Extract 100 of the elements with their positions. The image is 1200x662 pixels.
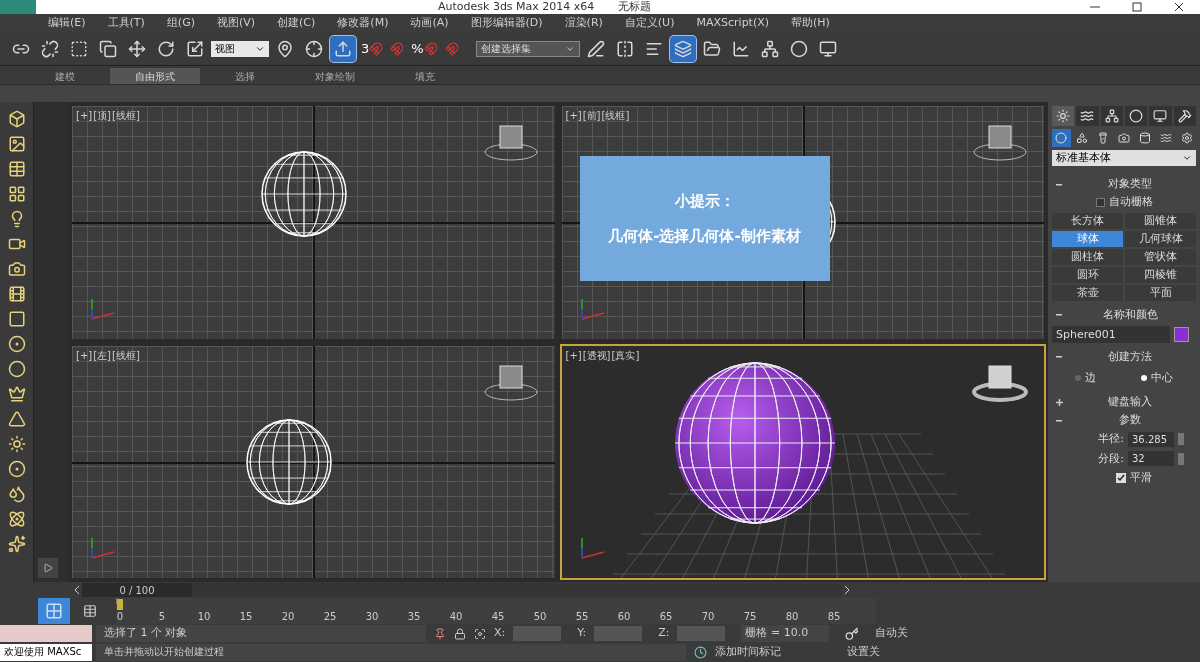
lock-icon[interactable] xyxy=(454,627,466,640)
radio-option[interactable]: 中心 xyxy=(1141,369,1174,386)
viewport[interactable]: [+][左][线框] xyxy=(70,343,557,580)
viewport-view-label[interactable]: [前] xyxy=(582,108,601,123)
menu-item[interactable]: MAXScript(X) xyxy=(696,14,770,32)
smooth-checkbox[interactable]: 平滑 xyxy=(1052,470,1196,487)
square-icon[interactable] xyxy=(7,310,26,328)
box-icon[interactable] xyxy=(7,110,26,128)
maximize-icon[interactable] xyxy=(1132,2,1142,12)
viewport-menu[interactable]: [+] xyxy=(76,108,93,123)
script-listener-field[interactable] xyxy=(0,625,92,642)
viewport-view-label[interactable]: [透视] xyxy=(582,347,611,363)
viewport[interactable]: [+][顶][线框] xyxy=(70,104,557,341)
image-icon[interactable] xyxy=(7,135,26,153)
sun-icon[interactable] xyxy=(7,435,26,453)
primitive-button[interactable]: 圆环 xyxy=(1052,266,1123,283)
menu-item[interactable]: 修改器(M) xyxy=(337,14,389,32)
ribbon-tab[interactable]: 建模 xyxy=(20,68,110,84)
y-field[interactable] xyxy=(594,626,643,641)
grid-icon[interactable] xyxy=(7,185,26,203)
time-next-button[interactable] xyxy=(842,583,852,597)
molecule-icon[interactable] xyxy=(7,510,26,528)
selection-set-dropdown[interactable]: 创建选择集 xyxy=(475,40,580,57)
display-icon[interactable] xyxy=(1149,106,1172,126)
time-slider-thumb[interactable]: 0 / 100 xyxy=(82,583,192,597)
track-bar-icon[interactable] xyxy=(83,604,97,618)
viewport-shading-label[interactable]: [真实] xyxy=(611,347,640,363)
sun-icon[interactable] xyxy=(1052,106,1075,126)
menu-item[interactable]: 图形编辑器(D) xyxy=(470,14,543,32)
primitive-button[interactable]: 四棱锥 xyxy=(1125,266,1196,283)
primitive-button[interactable]: 管状体 xyxy=(1125,248,1196,265)
crown-icon[interactable] xyxy=(7,385,26,403)
viewport-view-label[interactable]: [左] xyxy=(93,347,111,363)
play-button[interactable] xyxy=(38,558,58,578)
upload-icon[interactable] xyxy=(330,35,356,62)
menu-item[interactable]: 创建(C) xyxy=(277,14,316,32)
z-field[interactable] xyxy=(677,626,726,641)
primitive-button[interactable]: 茶壶 xyxy=(1052,284,1123,301)
color-swatch[interactable] xyxy=(1174,326,1189,342)
viewport-shading-label[interactable]: [线框] xyxy=(112,347,140,363)
set-key-button[interactable]: 设置关 xyxy=(847,644,880,661)
script-listener-output[interactable]: 欢迎使用 MAXSc xyxy=(0,644,92,661)
object-name-field[interactable]: Sphere001 xyxy=(1052,325,1170,343)
view-dropdown[interactable]: 视图 xyxy=(211,40,269,57)
time-track[interactable]: 0 5 10 15 20 25 30 35 40 45 50 55 60 65 70 75 80 85 xyxy=(116,598,876,624)
hammer-icon[interactable] xyxy=(1173,106,1196,126)
auto-key-button[interactable]: 自动关 xyxy=(875,625,909,642)
object-category-dropdown[interactable]: 标准基本体 xyxy=(1052,150,1196,166)
viewport-view-label[interactable]: [顶] xyxy=(93,108,111,123)
snap-toggle[interactable]: % xyxy=(409,35,440,62)
primitive-button[interactable]: 圆柱体 xyxy=(1052,248,1123,265)
x-field[interactable] xyxy=(513,626,562,641)
film-icon[interactable] xyxy=(7,285,26,303)
ribbon-tab[interactable]: 填充 xyxy=(380,68,470,84)
time-marker[interactable] xyxy=(117,599,123,610)
time-tag-icon[interactable] xyxy=(694,646,707,659)
time-slider-track[interactable]: 0 / 100 xyxy=(82,583,842,597)
viewport[interactable]: [+][透视][真实] xyxy=(559,343,1046,580)
camera-icon[interactable] xyxy=(7,260,26,278)
menu-item[interactable]: 渲染(R) xyxy=(564,14,603,32)
primitive-button[interactable]: 球体 xyxy=(1052,230,1123,247)
ribbon-tab[interactable]: 自由形式 xyxy=(110,68,200,84)
focus-icon[interactable] xyxy=(474,627,486,640)
menu-item[interactable]: 动画(A) xyxy=(410,14,449,32)
disc-icon[interactable] xyxy=(7,360,26,378)
primitive-button[interactable]: 长方体 xyxy=(1052,212,1123,229)
menu-item[interactable]: 视图(V) xyxy=(216,14,256,32)
viewport-shading-label[interactable]: [线框] xyxy=(112,108,140,123)
primitive-button[interactable]: 圆锥体 xyxy=(1125,212,1196,229)
menu-item[interactable]: 帮助(H) xyxy=(791,14,830,32)
primitive-button[interactable]: 平面 xyxy=(1125,284,1196,301)
magnet-icon xyxy=(423,41,438,56)
menu-item[interactable]: 自定义(U) xyxy=(624,14,675,32)
key-icon[interactable] xyxy=(845,626,860,641)
layers-icon[interactable] xyxy=(669,35,696,62)
menu-item[interactable]: 组(G) xyxy=(166,14,195,32)
viewport[interactable]: [+][前][线框] 小提示： 几何体-选择几何体-制作素材 xyxy=(559,104,1046,341)
hierarchy-icon[interactable] xyxy=(1100,106,1123,126)
viewport-menu[interactable]: [+] xyxy=(565,108,582,123)
ribbon-tab[interactable]: 选择 xyxy=(200,68,290,84)
circle-icon[interactable] xyxy=(7,460,26,478)
parameter-field[interactable]: 32 xyxy=(1128,451,1174,467)
radio-option[interactable]: 边 xyxy=(1074,369,1096,386)
autogrid-checkbox[interactable]: 自动栅格 xyxy=(1052,194,1196,211)
pin-icon[interactable] xyxy=(434,627,446,640)
snap-toggle[interactable]: 3 xyxy=(359,35,386,62)
droplets-icon[interactable] xyxy=(7,485,26,503)
close-icon[interactable] xyxy=(1174,2,1184,12)
parameter-field[interactable]: 36.285 xyxy=(1128,431,1174,447)
add-time-tag[interactable]: 添加时间标记 xyxy=(715,644,811,661)
primitive-button[interactable]: 几何球体 xyxy=(1125,230,1196,247)
viewport-shading-label[interactable]: [线框] xyxy=(601,108,630,123)
menu-item[interactable]: 编辑(E) xyxy=(48,14,86,32)
viewport-menu[interactable]: [+] xyxy=(565,347,582,363)
ribbon-tab[interactable]: 对象绘制 xyxy=(290,68,380,84)
time-prev-button[interactable] xyxy=(72,583,82,597)
menu-item[interactable]: 工具(T) xyxy=(107,14,145,32)
viewport-menu[interactable]: [+] xyxy=(76,347,93,363)
sparkles-icon[interactable] xyxy=(7,535,26,553)
table-icon[interactable] xyxy=(7,160,26,178)
